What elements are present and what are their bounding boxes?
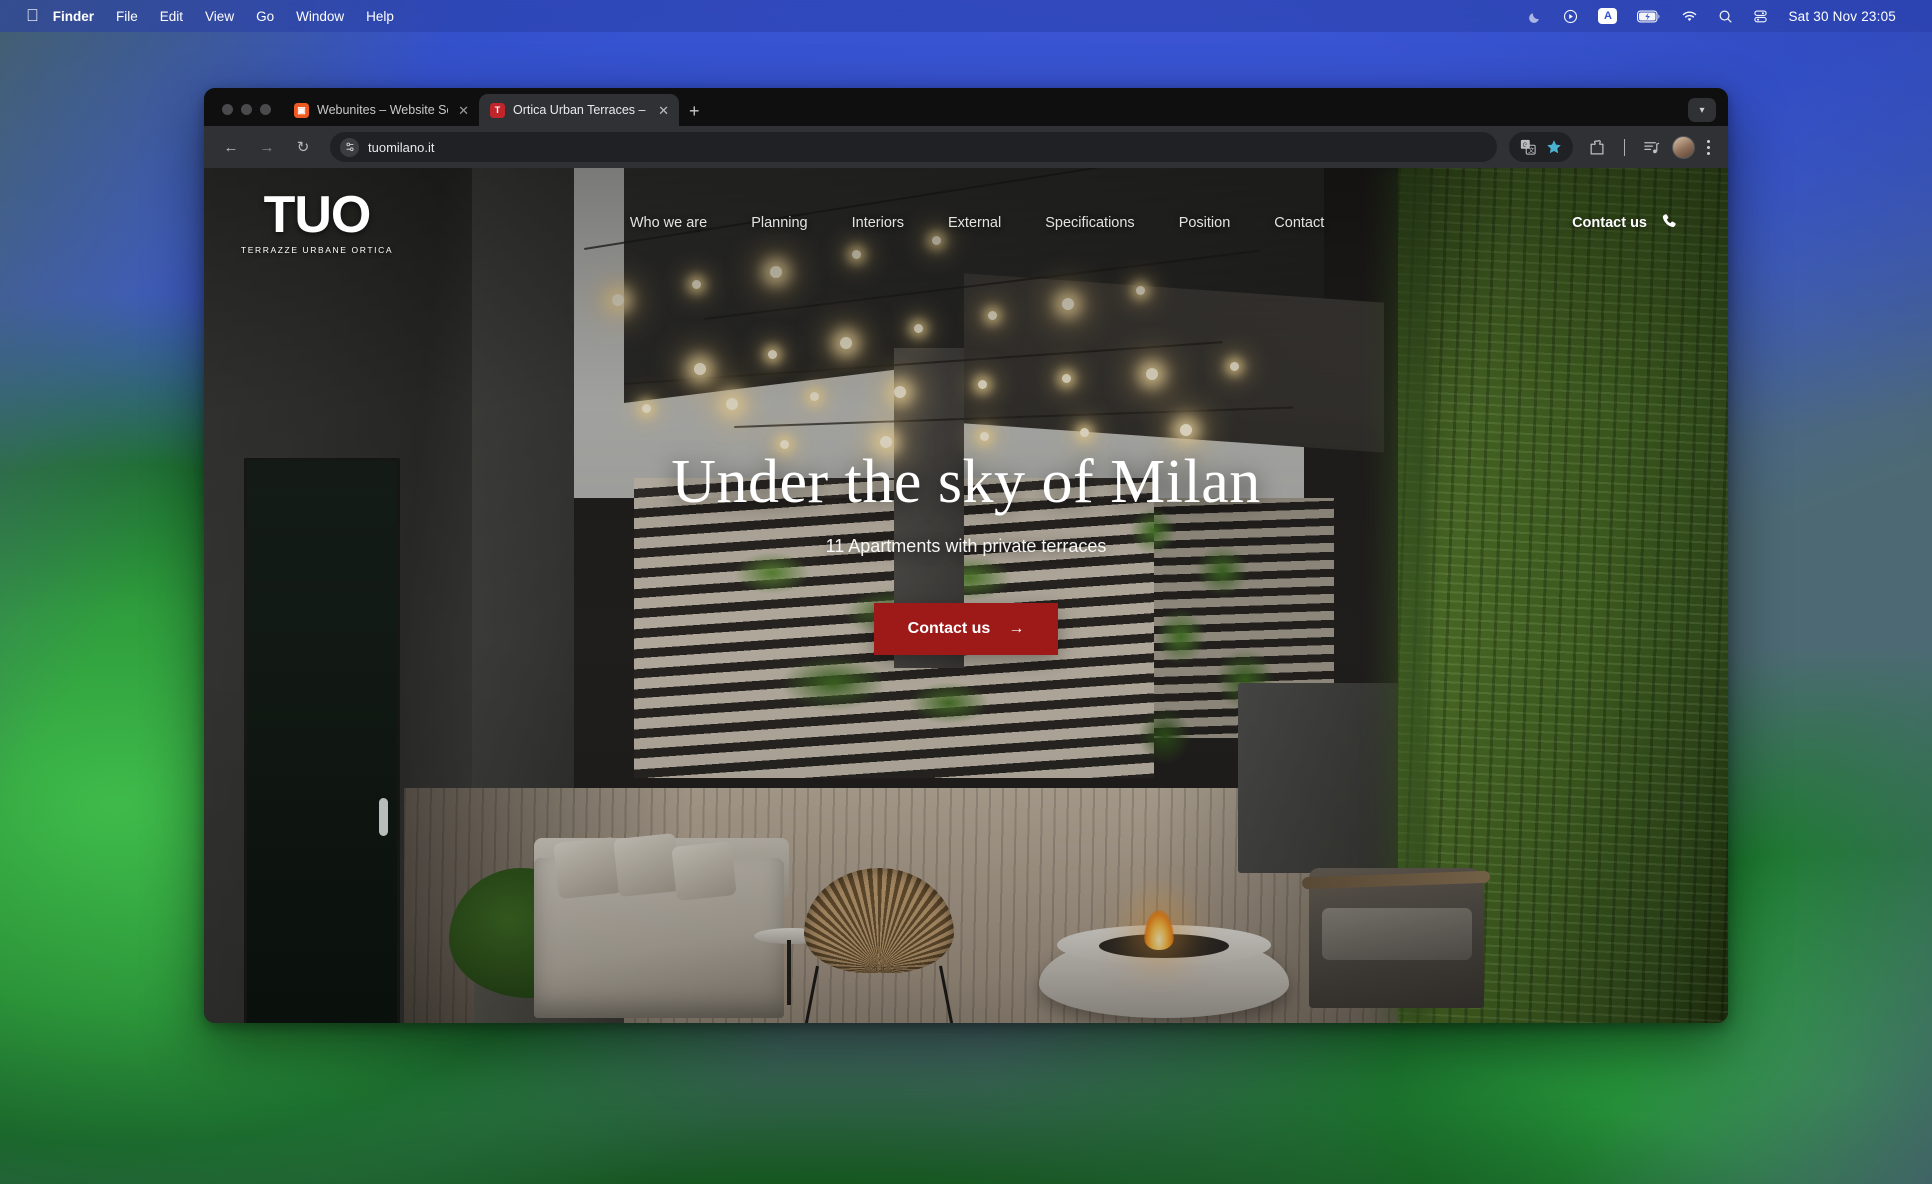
menu-item-view[interactable]: View (205, 9, 234, 24)
menu-item-finder[interactable]: Finder (53, 9, 94, 24)
more-menu-icon[interactable] (1701, 139, 1716, 155)
tab-title: Ortica Urban Terraces – Unde (513, 103, 648, 117)
play-circle-icon[interactable] (1563, 9, 1578, 24)
back-button[interactable]: ← (216, 132, 246, 162)
forward-button[interactable]: → (252, 132, 282, 162)
macos-menu-bar:  Finder File Edit View Go Window Help A… (0, 0, 1932, 32)
hero-contact-us-button[interactable]: Contact us → (873, 602, 1059, 655)
window-minimize-button[interactable] (241, 104, 252, 115)
omnibox-action-icons: G文 (1509, 132, 1573, 162)
svg-text:文: 文 (1528, 146, 1535, 154)
browser-tab-strip: ▣ Webunites – Website Solution ✕ T Ortic… (204, 88, 1728, 126)
battery-charging-icon[interactable] (1637, 10, 1661, 23)
browser-tab-ortica[interactable]: T Ortica Urban Terraces – Unde ✕ (479, 94, 679, 126)
browser-toolbar: ← → ↻ tuomilano.it G文 (204, 126, 1728, 168)
hero-content: Under the sky of Milan 11 Apartments wit… (204, 168, 1728, 1023)
chrome-browser-window: ▣ Webunites – Website Solution ✕ T Ortic… (204, 88, 1728, 1023)
menu-bar-status-area: A Sat 30 Nov 23:05 (1528, 8, 1918, 24)
tab-close-button[interactable]: ✕ (656, 104, 671, 117)
tab-favicon-webunites: ▣ (294, 102, 309, 118)
apple-logo-icon[interactable]:  (26, 7, 39, 24)
hero-title: Under the sky of Milan (671, 447, 1261, 516)
menu-bar-clock[interactable]: Sat 30 Nov 23:05 (1788, 9, 1896, 24)
window-close-button[interactable] (222, 104, 233, 115)
browser-tab-webunites[interactable]: ▣ Webunites – Website Solution ✕ (283, 94, 479, 126)
tab-favicon-ortica: T (490, 102, 505, 118)
arrow-right-icon: → (1008, 619, 1025, 637)
menu-item-help[interactable]: Help (366, 9, 394, 24)
menu-item-edit[interactable]: Edit (160, 9, 183, 24)
media-list-icon[interactable] (1637, 139, 1666, 156)
reload-button[interactable]: ↻ (288, 132, 318, 162)
hero-cta-label: Contact us (907, 619, 991, 637)
extensions-icon[interactable] (1583, 139, 1612, 156)
web-page-viewport: TUO Terrazze Urbane Ortica Who we are Pl… (204, 168, 1728, 1023)
profile-avatar[interactable] (1672, 135, 1695, 159)
address-bar[interactable]: tuomilano.it (330, 132, 1497, 162)
address-bar-url: tuomilano.it (368, 139, 435, 155)
toolbar-divider (1624, 138, 1625, 156)
menu-item-go[interactable]: Go (256, 9, 274, 24)
new-tab-button[interactable]: + (679, 102, 710, 126)
chevron-down-icon[interactable]: ▾ (1688, 98, 1716, 122)
hero-subtitle: 11 Apartments with private terraces (825, 535, 1107, 556)
page-settings-icon[interactable] (340, 137, 359, 157)
tab-close-button[interactable]: ✕ (456, 104, 471, 117)
wifi-icon[interactable] (1681, 10, 1698, 23)
bookmark-star-icon[interactable] (1546, 139, 1562, 155)
window-traffic-lights (214, 104, 283, 126)
control-center-icon[interactable] (1753, 9, 1768, 24)
menu-item-window[interactable]: Window (296, 9, 344, 24)
input-source-A-icon[interactable]: A (1598, 8, 1618, 24)
menu-item-file[interactable]: File (116, 9, 138, 24)
moon-icon[interactable] (1528, 9, 1543, 24)
translate-icon[interactable]: G文 (1520, 139, 1536, 155)
tab-title: Webunites – Website Solution (317, 103, 448, 117)
search-icon[interactable] (1718, 9, 1733, 24)
window-zoom-button[interactable] (260, 104, 271, 115)
